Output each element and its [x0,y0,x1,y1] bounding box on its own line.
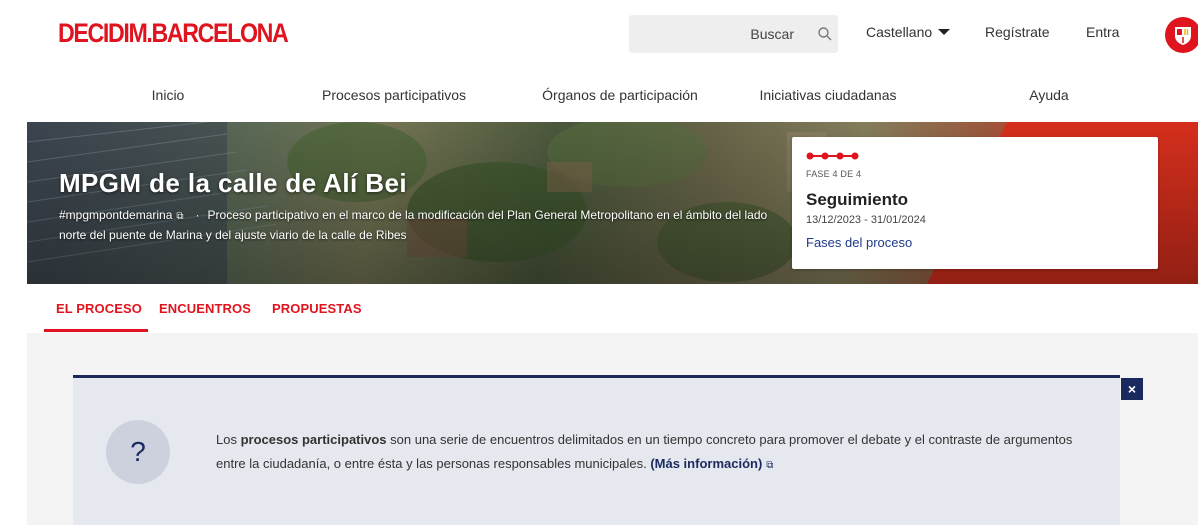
phase-card: FASE 4 DE 4 Seguimiento 13/12/2023 - 31/… [792,137,1158,269]
hashtag-link[interactable]: #mpgmpontdemarina [59,208,172,222]
search-box [629,15,838,53]
phase-dates: 13/12/2023 - 31/01/2024 [806,214,926,226]
search-input[interactable] [629,15,804,53]
language-label: Castellano [866,24,933,40]
phases-link[interactable]: Fases del proceso [806,235,912,250]
more-info-link[interactable]: (Más información) [650,456,762,471]
login-link[interactable]: Entra [1086,24,1119,40]
site-logo[interactable]: DECIDIM.BARCELONA [58,16,289,50]
city-shield-icon [1175,27,1191,45]
phase-dot [836,152,844,160]
active-tab-indicator [44,329,148,332]
nav-item-inicio[interactable]: Inicio [152,87,185,103]
tab-el-proceso[interactable]: EL PROCESO [56,301,142,316]
nav-item-ayuda[interactable]: Ayuda [1029,87,1068,103]
process-title: MPGM de la calle de Alí Bei [59,168,407,198]
tab-encuentros[interactable]: ENCUENTROS [159,301,251,316]
phase-title: Seguimiento [806,190,909,209]
callout-text-bold: procesos participativos [240,432,387,447]
separator: · [195,208,200,222]
external-link-icon: ⧉ [766,460,774,471]
language-selector[interactable]: Castellano [866,24,951,40]
callout-text: Los procesos participativos son una seri… [216,428,1086,478]
nav-item-iniciativas[interactable]: Iniciativas ciudadanas [760,87,897,103]
callout-text-intro: Los [216,432,241,447]
register-link[interactable]: Regístrate [985,24,1050,40]
nav-item-procesos[interactable]: Procesos participativos [322,87,466,103]
external-link-icon: ⧉ [176,211,184,222]
nav-item-organos[interactable]: Órganos de participación [542,87,698,103]
phase-dot [806,152,814,160]
close-button[interactable]: × [1121,378,1143,400]
barcelona-shield-icon[interactable] [1165,17,1198,53]
phase-count: FASE 4 DE 4 [806,169,862,179]
question-mark-icon: ? [106,420,170,484]
phase-progress-dots [806,152,859,160]
phase-dot [851,152,859,160]
search-icon[interactable] [817,26,833,42]
process-description: #mpgmpontdemarina ⧉ · Proceso participativo… [59,206,794,245]
chevron-down-icon [938,29,951,35]
main-navigation: Inicio Procesos participativos Órganos d… [0,87,1198,111]
tab-propuestas[interactable]: PROPUESTAS [272,301,362,316]
phase-dot [821,152,829,160]
